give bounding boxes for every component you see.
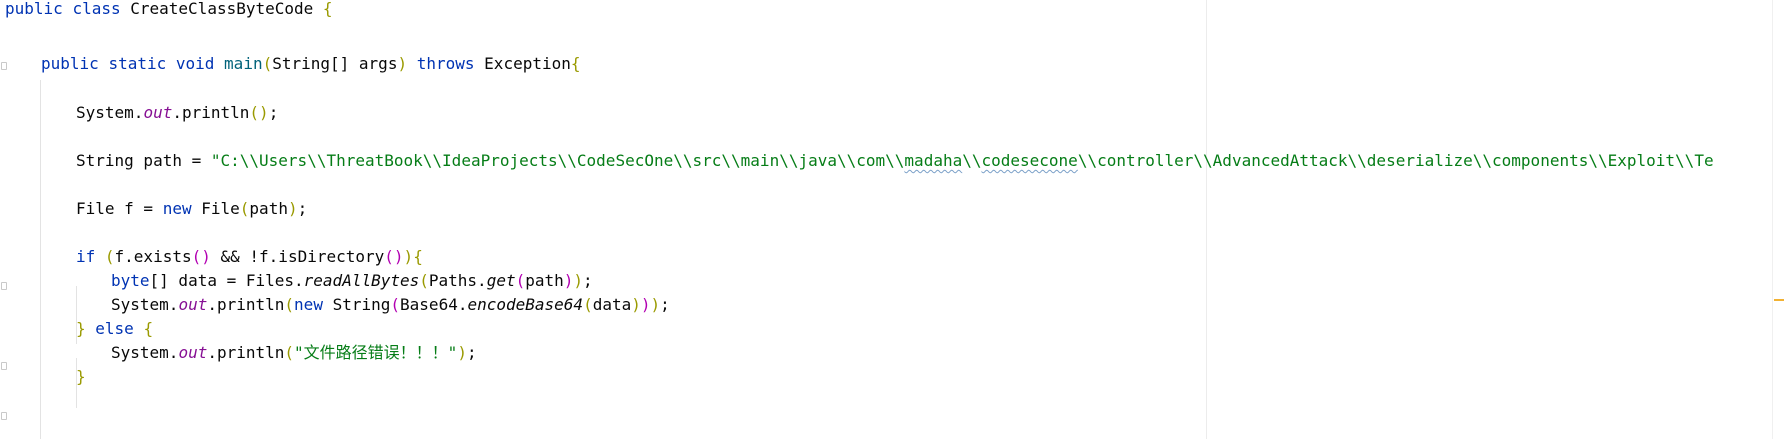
paren-close: ) [457,343,467,362]
semicolon: ; [583,271,593,290]
code-line-7[interactable]: byte[] data = Files.readAllBytes(Paths.g… [0,269,593,293]
warning-marker[interactable] [1774,299,1784,301]
paren-open: ( [390,295,401,314]
keyword-throws: throws [416,54,475,73]
paren-close: ) [259,103,269,122]
file-type: File [191,199,240,218]
code-line-4[interactable]: String path = "C:\\Users\\ThreatBook\\Id… [0,149,1714,173]
path-string-part: "C:\\Users\\ThreatBook\\IdeaProjects\\Co… [210,151,905,170]
brace-open: { [143,319,154,338]
brace-close: } [76,367,86,386]
out-field: out [178,295,208,314]
code-line-6[interactable]: if (f.exists() && !f.isDirectory()){ [0,245,423,269]
readallbytes-call: readAllBytes [303,271,420,290]
indent-guide [40,80,41,439]
class-name: CreateClassByteCode [130,0,314,18]
keyword-if: if [76,247,96,266]
code-line-2[interactable]: public static void main(String[] args) t… [0,52,581,76]
keyword-public: public [41,54,99,73]
semicolon: ; [297,199,308,218]
path-arg: path [525,271,564,290]
right-margin-guide [1206,0,1207,439]
println-call: .println [172,103,250,122]
file-declaration: File f = [76,199,163,218]
paren-close: ) [631,295,641,314]
path-string-madaha: madaha [904,151,963,170]
paren-close: ) [287,199,298,218]
paren-close: ) [403,247,414,266]
out-field: out [143,103,173,122]
code-line-9[interactable]: } else { [0,317,153,341]
println-call: .println [207,343,285,362]
println-call: .println [207,295,285,314]
path-arg: path [249,199,288,218]
keyword-class: class [72,0,121,18]
brace-open: { [570,54,581,73]
keyword-byte: byte [111,271,150,290]
paren-open: ( [249,103,260,122]
paren-open: ( [239,199,250,218]
data-arg: data [592,295,632,314]
isdirectory-call: && !f.isDirectory [210,247,385,266]
system-ref: System. [111,343,179,362]
code-editor[interactable]: public class CreateClassByteCode { publi… [0,0,1784,439]
path-string-sep: \\ [962,151,982,170]
exists-call: f.exists [114,247,192,266]
path-string-rest: \\controller\\AdvancedAttack\\deserializ… [1077,151,1714,170]
paren-open: ( [284,343,295,362]
paren-open: ( [419,271,429,290]
editor-scrollbar[interactable] [1772,0,1784,439]
get-call: get [486,271,516,290]
code-line-11[interactable]: } [0,365,86,389]
error-message-string: "文件路径错误！！！" [294,343,458,362]
out-field: out [178,343,208,362]
encodebase64-call: encodeBase64 [467,295,584,314]
code-line-3[interactable]: System.out.println(); [0,101,278,125]
string-type: String [322,295,391,314]
paren-close: ) [650,295,661,314]
paths-ref: Paths. [428,271,487,290]
system-ref: System. [76,103,144,122]
keyword-public: public [5,0,63,18]
keyword-new: new [294,295,323,314]
method-name: main [224,54,263,73]
data-declaration: [] data = Files. [149,271,304,290]
system-ref: System. [111,295,179,314]
code-line-5[interactable]: File f = new File(path); [0,197,307,221]
semicolon: ; [660,295,670,314]
path-declaration: String path = [76,151,211,170]
base64-ref: Base64. [400,295,468,314]
code-line-1[interactable]: public class CreateClassByteCode { [0,0,333,21]
code-line-8[interactable]: System.out.println(new String(Base64.enc… [0,293,670,317]
semicolon: ; [268,103,279,122]
paren-open: ( [262,54,273,73]
brace-open: { [413,247,423,266]
keyword-void: void [175,54,215,73]
exception-type: Exception [484,54,571,73]
paren-open: ( [95,247,115,266]
paren-close: ) [397,54,408,73]
paren-close: ) [201,247,211,266]
keyword-new: new [162,199,192,218]
paren-close: ) [573,271,584,290]
code-line-10[interactable]: System.out.println("文件路径错误！！！"); [0,341,477,365]
paren-open: ( [191,247,202,266]
paren-close: ) [393,247,404,266]
paren-open: ( [284,295,295,314]
keyword-else: else [85,319,144,338]
params: String[] args [272,54,398,73]
paren-close: ) [563,271,574,290]
path-string-codesecone: codesecone [981,151,1078,170]
paren-open: ( [583,295,593,314]
paren-open: ( [384,247,394,266]
keyword-static: static [108,54,167,73]
paren-close: ) [640,295,651,314]
semicolon: ; [466,343,477,362]
brace-open: { [322,0,333,18]
paren-open: ( [515,271,526,290]
brace-close: } [76,319,86,338]
